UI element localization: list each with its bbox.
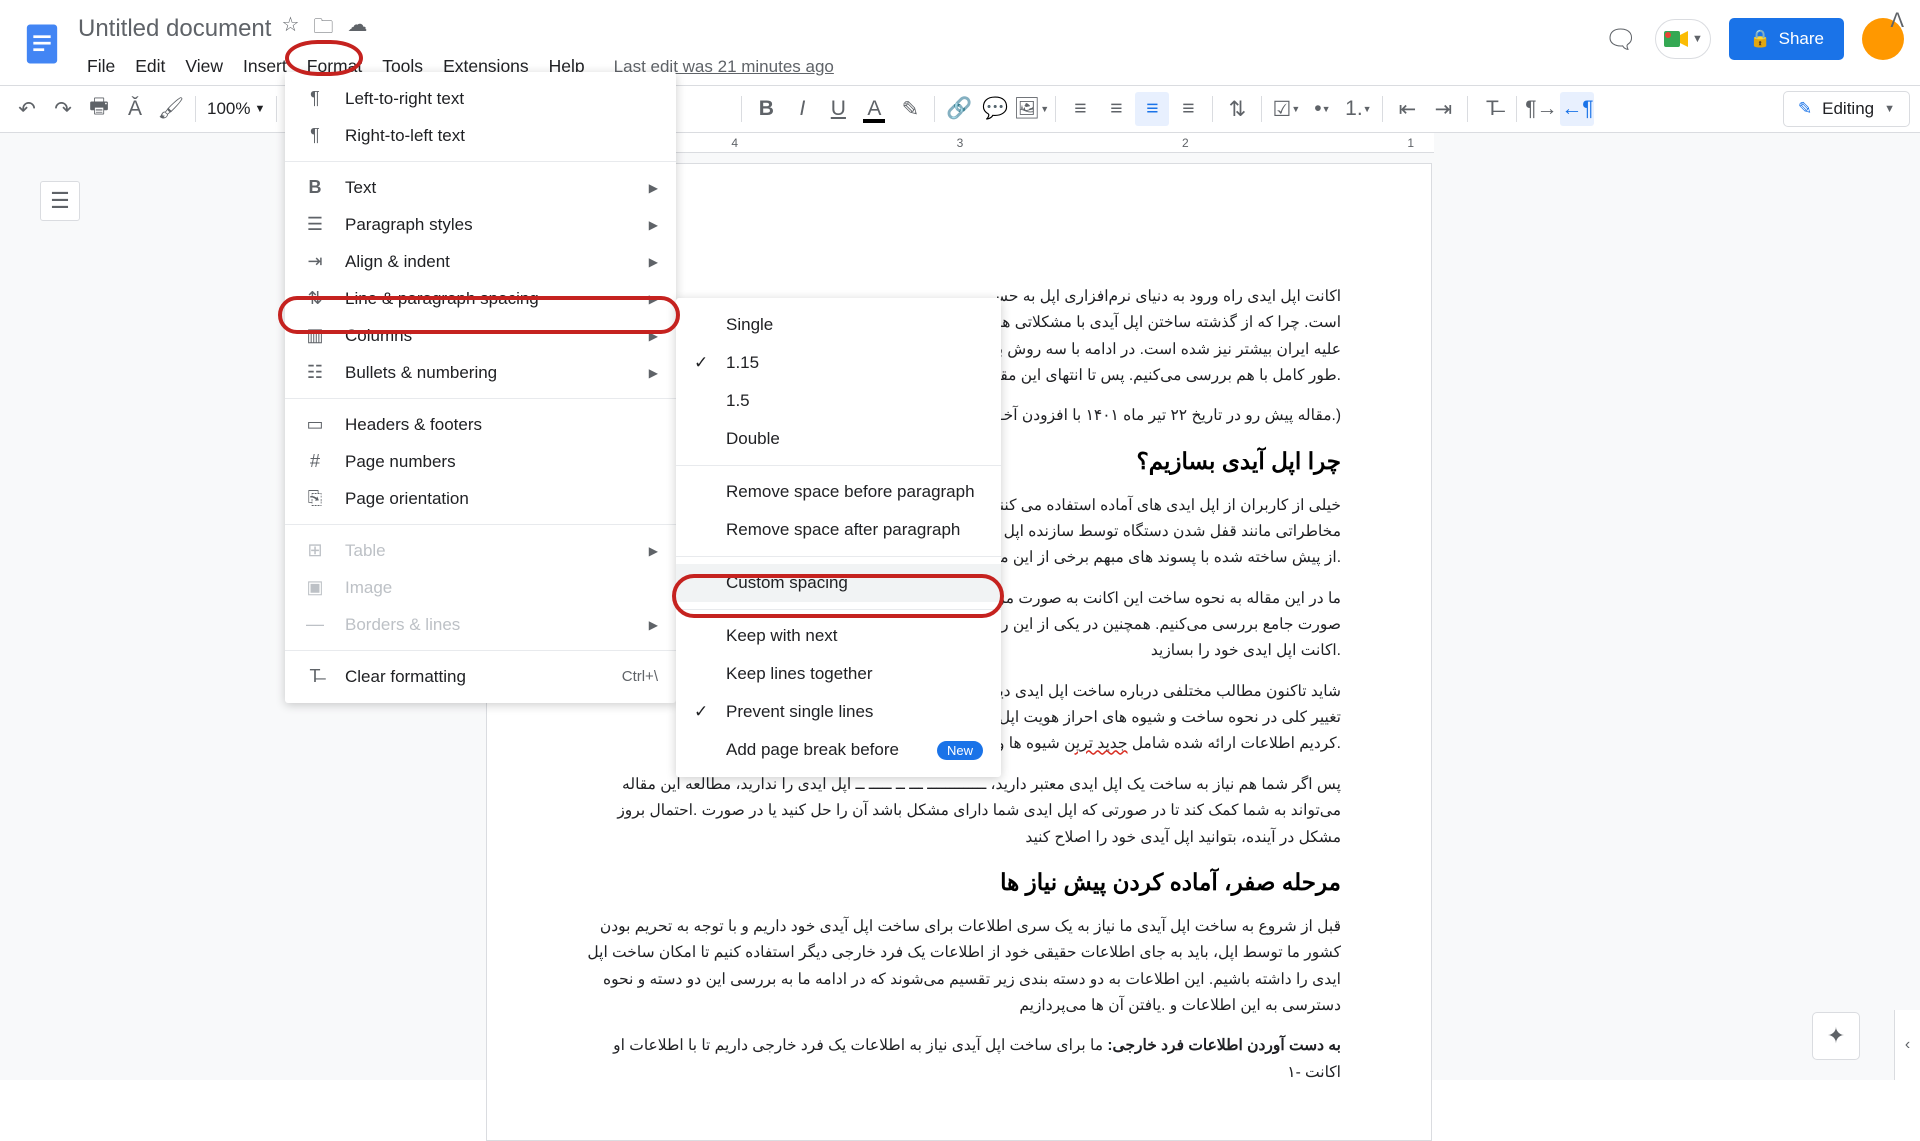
meet-button[interactable]: ▼ <box>1655 19 1711 59</box>
ltr-para-icon: ¶‎ <box>303 88 327 109</box>
italic-icon[interactable]: I <box>785 92 819 126</box>
text-color-icon[interactable]: A <box>857 92 891 126</box>
indent-increase-icon[interactable]: ⇥ <box>1426 92 1460 126</box>
align-center-icon[interactable]: ≡ <box>1099 92 1133 126</box>
remove-space-after[interactable]: Remove space after paragraph <box>676 511 1001 549</box>
format-columns[interactable]: ▥Columns▶ <box>285 317 676 354</box>
format-clear[interactable]: T̶Clear formattingCtrl+\ <box>285 658 676 695</box>
bullets-icon: ☷ <box>303 362 327 383</box>
check-icon: ✓ <box>694 353 708 373</box>
bold-icon[interactable]: B <box>749 92 783 126</box>
image-icon: ▣ <box>303 577 327 598</box>
doc-title[interactable]: Untitled document <box>78 15 271 43</box>
bold-menu-icon: B <box>303 177 327 198</box>
line-spacing-icon[interactable]: ⇅ <box>1220 92 1254 126</box>
format-dropdown: ¶‎Left-to-right text ¶Right-to-left text… <box>285 72 676 703</box>
outline-icon[interactable]: ☰ <box>40 181 80 221</box>
ltr-icon[interactable]: ¶→ <box>1524 92 1558 126</box>
comment-icon[interactable]: 💬 <box>978 92 1012 126</box>
move-icon[interactable]: 🗀 <box>313 12 333 46</box>
clear-icon: T̶ <box>303 666 327 687</box>
page-num-icon: # <box>303 451 327 472</box>
menu-view[interactable]: View <box>176 52 232 81</box>
new-badge: New <box>937 741 983 760</box>
clear-format-icon[interactable]: T̶ <box>1475 92 1509 126</box>
spacing-115[interactable]: ✓1.15 <box>676 344 1001 382</box>
lock-icon: 🔒 <box>1749 29 1770 49</box>
format-table: ⊞Table▶ <box>285 532 676 569</box>
format-ltr[interactable]: ¶‎Left-to-right text <box>285 80 676 117</box>
menu-file[interactable]: File <box>78 52 124 81</box>
align-justify-icon[interactable]: ≡ <box>1171 92 1205 126</box>
format-para-styles[interactable]: ☰Paragraph styles▶ <box>285 206 676 243</box>
keep-with-next[interactable]: Keep with next <box>676 617 1001 655</box>
cloud-icon[interactable]: ☁ <box>347 12 367 46</box>
indent-icon: ⇥ <box>303 251 327 272</box>
check-icon: ✓ <box>694 702 708 722</box>
underline-icon[interactable]: U <box>821 92 855 126</box>
link-icon[interactable]: 🔗 <box>942 92 976 126</box>
spacing-icon: ⇅ <box>303 288 327 309</box>
spacing-double[interactable]: Double <box>676 420 1001 458</box>
orientation-icon: ⎘ <box>303 488 327 509</box>
keep-lines-together[interactable]: Keep lines together <box>676 655 1001 693</box>
collapse-icon[interactable]: ᐱ <box>1890 8 1904 33</box>
prevent-single-lines[interactable]: ✓Prevent single lines <box>676 693 1001 731</box>
indent-decrease-icon[interactable]: ⇤ <box>1390 92 1424 126</box>
custom-spacing[interactable]: Custom spacing <box>676 564 1001 602</box>
star-icon[interactable]: ☆ <box>281 12 299 46</box>
numbered-list-icon[interactable]: 1. ▼ <box>1341 92 1375 126</box>
docs-logo[interactable] <box>16 18 68 70</box>
add-page-break-before[interactable]: Add page break beforeNew <box>676 731 1001 769</box>
format-text[interactable]: BText▶ <box>285 169 676 206</box>
format-rtl[interactable]: ¶Right-to-left text <box>285 117 676 154</box>
rtl-para-icon: ¶ <box>303 125 327 146</box>
format-page-numbers[interactable]: #Page numbers <box>285 443 676 480</box>
format-headers[interactable]: ▭Headers & footers <box>285 406 676 443</box>
redo-icon[interactable]: ↷ <box>46 92 80 126</box>
spellcheck-icon[interactable]: Ǎ <box>118 92 152 126</box>
columns-icon: ▥ <box>303 325 327 346</box>
format-image: ▣Image <box>285 569 676 606</box>
highlight-icon[interactable]: ✎ <box>893 92 927 126</box>
table-icon: ⊞ <box>303 540 327 561</box>
paint-format-icon[interactable]: 🖌 <box>154 92 188 126</box>
remove-space-before[interactable]: Remove space before paragraph <box>676 473 1001 511</box>
print-icon[interactable]: 🖶 <box>82 92 116 126</box>
menu-edit[interactable]: Edit <box>126 52 174 81</box>
align-right-icon[interactable]: ≡ <box>1135 92 1169 126</box>
rtl-icon[interactable]: ←¶ <box>1560 92 1594 126</box>
spacing-single[interactable]: Single <box>676 306 1001 344</box>
format-borders: —Borders & lines▶ <box>285 606 676 643</box>
bullet-list-icon[interactable]: • ▼ <box>1305 92 1339 126</box>
checklist-icon[interactable]: ☑ ▼ <box>1269 92 1303 126</box>
line-spacing-submenu: Single ✓1.15 1.5 Double Remove space bef… <box>676 298 1001 777</box>
side-panel-toggle[interactable]: ‹ <box>1894 1010 1920 1080</box>
editing-mode[interactable]: ✎ Editing ▼ <box>1783 91 1910 127</box>
spacing-15[interactable]: 1.5 <box>676 382 1001 420</box>
align-left-icon[interactable]: ≡ <box>1063 92 1097 126</box>
borders-icon: — <box>303 614 327 635</box>
headers-icon: ▭ <box>303 414 327 435</box>
heading-step0: مرحله صفر، آماده کردن پیش نیاز ها <box>577 869 1341 896</box>
format-line-spacing[interactable]: ⇅Line & paragraph spacing▶ <box>285 280 676 317</box>
undo-icon[interactable]: ↶ <box>10 92 44 126</box>
share-label: Share <box>1779 29 1824 49</box>
format-align[interactable]: ⇥Align & indent▶ <box>285 243 676 280</box>
share-button[interactable]: 🔒 Share <box>1729 18 1844 60</box>
image-insert-icon[interactable]: 🖼 ▼ <box>1014 92 1048 126</box>
format-orientation[interactable]: ⎘Page orientation <box>285 480 676 517</box>
explore-icon[interactable]: ✦ <box>1812 1012 1860 1060</box>
zoom-select[interactable]: 100% ▼ <box>203 99 269 119</box>
comment-history-icon[interactable]: 🗨 <box>1604 24 1637 55</box>
para-styles-icon: ☰ <box>303 214 327 235</box>
format-bullets[interactable]: ☷Bullets & numbering▶ <box>285 354 676 391</box>
